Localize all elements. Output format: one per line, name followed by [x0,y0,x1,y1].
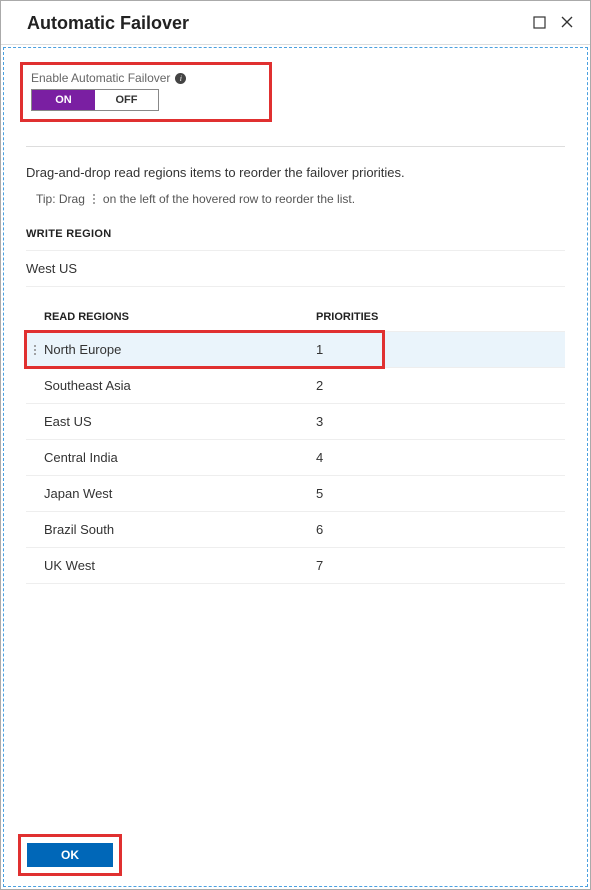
region-row[interactable]: Brazil South6 [26,512,565,548]
instruction-text: Drag-and-drop read regions items to reor… [26,165,565,180]
info-icon[interactable]: i [175,73,186,84]
tip-row: Tip: Drag on the left of the hovered row… [36,192,565,206]
close-icon[interactable] [560,15,574,32]
col-header-priorities: PRIORITIES [316,311,378,323]
panel-body: Enable Automatic Failover i ON OFF Drag-… [3,47,588,887]
region-row[interactable]: Japan West5 [26,476,565,512]
enable-failover-section: Enable Automatic Failover i ON OFF [20,62,272,122]
region-priority: 2 [316,378,323,393]
dialog-header: Automatic Failover [1,1,590,45]
tip-prefix: Tip: Drag [36,192,85,206]
region-name: North Europe [44,342,316,357]
toggle-label-row: Enable Automatic Failover i [31,71,261,85]
region-row[interactable]: North Europe1 [26,332,565,368]
ok-highlight-box: OK [18,834,122,876]
col-header-read-regions: READ REGIONS [26,311,316,323]
region-row[interactable]: East US3 [26,404,565,440]
write-region-value: West US [26,250,565,287]
ok-button[interactable]: OK [27,843,113,867]
region-row[interactable]: UK West7 [26,548,565,584]
drag-handle-icon [93,194,95,204]
region-row[interactable]: Central India4 [26,440,565,476]
dialog-footer: OK [18,834,122,876]
toggle-off-button[interactable]: OFF [95,90,158,110]
region-name: UK West [44,558,316,573]
region-name: Brazil South [44,522,316,537]
enable-failover-toggle[interactable]: ON OFF [31,89,159,111]
divider [26,146,565,147]
region-row[interactable]: Southeast Asia2 [26,368,565,404]
tip-suffix: on the left of the hovered row to reorde… [103,192,355,206]
toggle-label: Enable Automatic Failover [31,71,170,85]
region-name: East US [44,414,316,429]
drag-handle-icon[interactable] [26,345,44,355]
region-priority: 4 [316,450,323,465]
dialog-title: Automatic Failover [27,13,189,34]
region-name: Central India [44,450,316,465]
maximize-icon[interactable] [533,16,546,32]
region-name: Japan West [44,486,316,501]
toggle-on-button[interactable]: ON [32,90,95,110]
region-priority: 7 [316,558,323,573]
region-priority: 3 [316,414,323,429]
header-icons [533,15,574,32]
read-regions-headings: READ REGIONS PRIORITIES [26,311,565,323]
read-regions-list: North Europe1Southeast Asia2East US3Cent… [26,331,565,584]
region-priority: 5 [316,486,323,501]
write-region-heading: WRITE REGION [26,228,565,240]
region-priority: 1 [316,342,323,357]
region-priority: 6 [316,522,323,537]
region-name: Southeast Asia [44,378,316,393]
